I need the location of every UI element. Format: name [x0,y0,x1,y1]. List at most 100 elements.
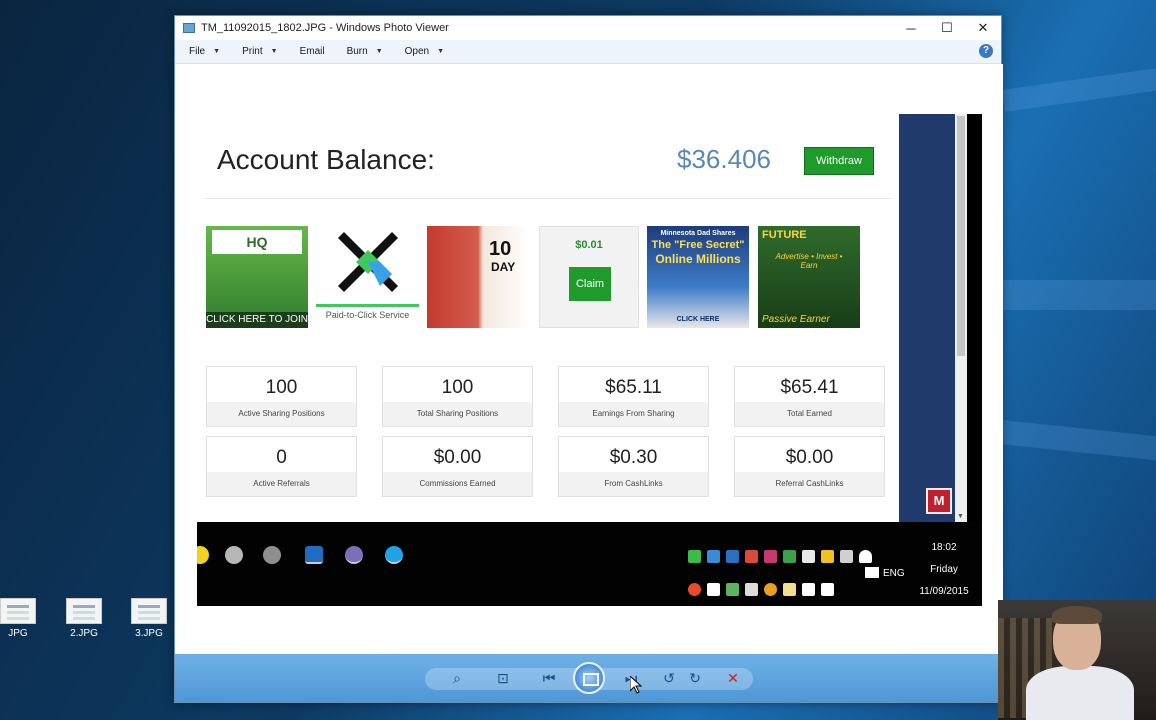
title-bar[interactable]: TM_11092015_1802.JPG - Windows Photo Vie… [175,16,1001,40]
tray-icon [802,550,815,563]
actual-size-icon[interactable]: ⊡ [493,668,513,688]
close-button[interactable]: ✕ [965,16,1001,40]
chevron-down-icon: ▼ [213,48,221,55]
menu-label: File [189,46,206,57]
desktop-file-icon[interactable]: JPG [0,598,48,639]
person-shirt [1026,666,1134,720]
tray-icon [745,550,758,563]
menu-open[interactable]: Open ▼ [405,46,444,57]
webcam-overlay [998,600,1156,720]
chevron-down-icon: ▼ [437,48,445,55]
photo-viewer-icon [183,23,195,33]
wallpaper-beam [999,420,1156,461]
menu-bar: File ▼ Print ▼ Email Burn ▼ Open ▼ [175,40,1001,64]
stat-value: $0.30 [609,447,658,468]
delete-button[interactable]: ✕ [723,668,743,688]
skype-icon [385,546,403,564]
clock-date: 11/09/2015 [919,586,969,597]
desktop-file-label: 3.JPG [135,628,163,639]
banner-paid-to-click: Paid-to-Click Service [316,226,419,328]
desktop-file-label: JPG [8,628,28,639]
x-logo-icon [338,232,398,292]
slideshow-button[interactable] [573,662,605,694]
desktop-file-label: 2.JPG [70,628,98,639]
tray-icon [707,550,720,563]
maximize-button[interactable]: ☐ [929,16,965,40]
tray-icons-bottom [688,583,834,596]
banner-subtitle: Advertise • Invest • Earn [775,252,843,270]
banner-claim: $0.01 Claim [539,226,639,328]
stat-card: 0 Active Referrals [206,436,357,497]
image-file-icon [131,598,167,624]
clock-day: Friday [930,564,958,575]
minimize-button[interactable]: ─ [893,16,929,40]
mcafee-icon: M [926,488,952,514]
tray-icon [745,583,758,596]
banner-caption: Paid-to-Click Service [325,310,410,320]
stat-value: 0 [276,447,287,468]
stat-label: Total Sharing Positions [383,402,532,426]
viewer-toolbar: ⌕ ⊡ ⏮ ⏭ ↺ ↻ ✕ [175,654,1003,702]
photo-viewer-window: TM_11092015_1802.JPG - Windows Photo Vie… [174,15,1003,703]
desktop-file-icon[interactable]: 2.JPG [54,598,114,639]
stat-label: Earnings From Sharing [559,402,708,426]
stat-card: 100 Active Sharing Positions [206,366,357,427]
chevron-down-icon: ▼ [270,48,278,55]
menu-print[interactable]: Print ▼ [242,46,278,57]
mouse-cursor-icon [630,676,642,694]
menu-label: Email [299,46,325,57]
dropbox-icon [707,583,720,596]
network-icon [802,583,815,596]
menu-label: Print [242,46,263,57]
claim-amount: $0.01 [575,239,603,251]
previous-button[interactable]: ⏮ [539,668,559,688]
rotate-clockwise-icon[interactable]: ↻ [685,668,705,688]
app-icon [345,546,363,564]
hq-logo: HQ [212,230,302,254]
challenge-word: DAY [491,260,516,274]
zoom-icon[interactable]: ⌕ [447,668,467,688]
divider [205,198,891,199]
stat-value: $65.41 [780,377,839,398]
tray-icon [726,550,739,563]
banner-line: The "Free Secret" [651,239,745,251]
wallpaper-beam [1002,67,1156,112]
desktop-file-icon[interactable]: 3.JPG [119,598,179,639]
tray-icon [688,550,701,563]
outlook-icon [305,546,323,564]
image-canvas: Account Balance: $36.406 Withdraw HQ CLI… [175,64,1003,656]
chrome-icon [197,546,209,564]
tray-icon [783,583,796,596]
menu-burn[interactable]: Burn ▼ [347,46,383,57]
person-hair [1052,606,1102,624]
wallpaper-beam [1002,280,1156,310]
stat-card: $0.00 Commissions Earned [382,436,533,497]
rotate-counterclockwise-icon[interactable]: ↺ [659,668,679,688]
balance-amount: $36.406 [677,144,771,174]
banner-line: Online Millions [655,252,741,266]
banner-tag: Passive Earner [762,314,830,325]
stat-label: Referral CashLinks [735,472,884,496]
app-icon [263,546,281,564]
chevron-down-icon: ▼ [375,48,383,55]
stat-label: From CashLinks [559,472,708,496]
help-icon[interactable]: ? [979,44,993,58]
stat-card: $0.30 From CashLinks [558,436,709,497]
stat-card: $65.41 Total Earned [734,366,885,427]
clock-time: 18:02 [931,542,957,553]
image-file-icon [0,598,36,624]
scroll-down-icon: ▼ [957,513,964,520]
window-title: TM_11092015_1802.JPG - Windows Photo Vie… [201,22,449,34]
tray-icon [783,550,796,563]
stat-label: Commissions Earned [383,472,532,496]
banner-10-day-challenge: 10 DAY [427,226,529,328]
banner-online-millions: Minnesota Dad Shares The "Free Secret" O… [647,226,749,328]
stat-value: $0.00 [785,447,834,468]
website-sidebar [899,114,957,522]
menu-email[interactable]: Email [300,46,325,57]
menu-label: Open [404,46,430,57]
tray-icon [821,550,834,563]
banner-line: Minnesota Dad Shares [660,230,736,237]
menu-file[interactable]: File ▼ [189,46,220,57]
banner-cta: CLICK HERE TO JOIN [206,312,308,328]
